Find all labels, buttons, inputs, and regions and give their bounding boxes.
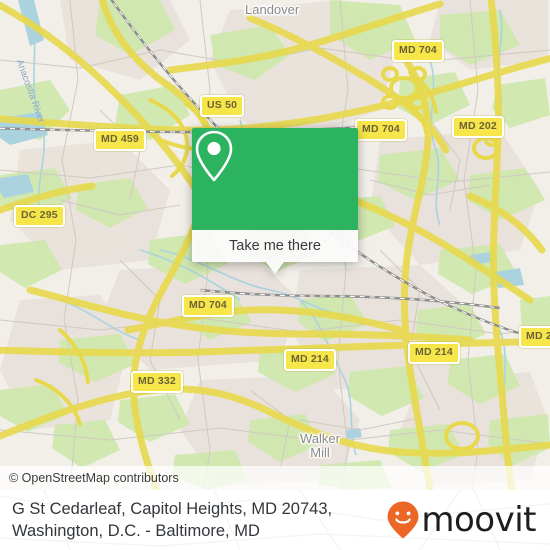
attribution-text[interactable]: © OpenStreetMap contributors [0,471,179,485]
location-address: G St Cedarleaf, Capitol Heights, MD 2074… [0,498,332,542]
popup-tail [266,262,284,274]
moovit-logo[interactable]: moovit [386,500,550,540]
take-me-there-button[interactable]: Take me there [192,230,358,262]
take-me-there-label: Take me there [229,238,321,254]
map-screenshot: Landover Walker Mill Anacostia River MD … [0,0,550,550]
place-label-landover: Landover [245,2,300,17]
popup-header [192,128,358,230]
map-attribution-bar: © OpenStreetMap contributors [0,466,550,490]
address-line-1: G St Cedarleaf, Capitol Heights, MD 2074… [12,500,333,518]
highway-shield-us50[interactable]: US 50 [200,95,245,117]
highway-shield-md202[interactable]: MD 202 [452,116,504,138]
moovit-pin-icon [387,501,419,539]
map-pin-icon [195,130,233,182]
moovit-wordmark: moovit [421,500,536,540]
highway-shield-md459[interactable]: MD 459 [94,129,146,151]
highway-shield-md704-north[interactable]: MD 704 [392,40,444,62]
place-label-walker-mill: Walker Mill [290,432,350,460]
highway-shield-md214-east[interactable]: MD 214 [408,342,460,364]
place-label-line2: Mill [310,445,330,460]
place-label-line1: Walker [300,431,340,446]
highway-shield-md2-edge[interactable]: MD 2 [519,326,550,348]
highway-shield-md332[interactable]: MD 332 [131,371,183,393]
highway-shield-md704-south[interactable]: MD 704 [182,295,234,317]
highway-shield-md214-west[interactable]: MD 214 [284,349,336,371]
location-popup[interactable]: Take me there [192,128,358,274]
footer-bar: G St Cedarleaf, Capitol Heights, MD 2074… [0,490,550,550]
highway-shield-md704-center[interactable]: MD 704 [355,119,407,141]
map-canvas[interactable]: Landover Walker Mill Anacostia River MD … [0,0,550,490]
address-line-2: Washington, D.C. - Baltimore, MD [12,522,260,540]
highway-shield-dc295[interactable]: DC 295 [14,205,65,227]
